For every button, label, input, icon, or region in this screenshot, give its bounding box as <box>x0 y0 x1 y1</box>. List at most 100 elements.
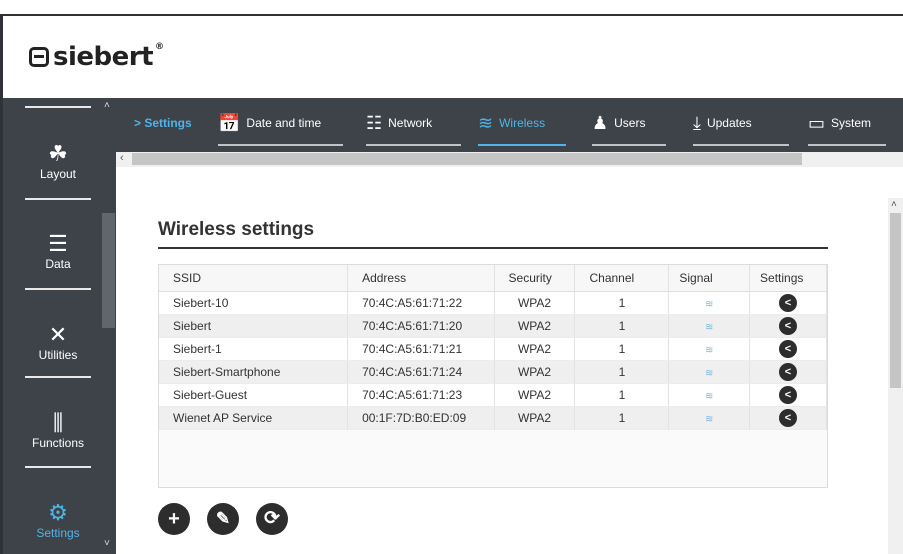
table-actions: + ✎ ⟳ <box>158 503 288 535</box>
sidebar-item-label: Settings <box>36 526 80 540</box>
vertical-scroll-thumb[interactable] <box>890 213 901 388</box>
wifi-signal-icon: ≋ <box>705 368 714 379</box>
column-header-channel[interactable]: Channel <box>574 265 670 292</box>
column-header-address[interactable]: Address <box>347 265 495 292</box>
table-row[interactable]: Siebert-10 70:4C:A5:61:71:22 WPA2 1 ≋ < <box>159 291 827 315</box>
sidebar-divider <box>25 106 91 108</box>
breadcrumb[interactable]: > Settings <box>134 116 192 130</box>
download-icon: ⤓ <box>693 112 701 133</box>
tab-system[interactable]: ▭ System <box>808 110 886 146</box>
tab-label: System <box>831 116 872 130</box>
sidebar-divider <box>25 466 91 468</box>
database-icon: ☰ <box>48 231 68 256</box>
cell-security: WPA2 <box>494 314 576 338</box>
tools-icon: ✕ <box>48 322 68 347</box>
tab-date-and-time[interactable]: 📅 Date and time <box>218 110 343 146</box>
cell-signal: ≋ <box>668 360 751 384</box>
sidebar-item-label: Data <box>45 257 71 271</box>
logo-text: siebert ® <box>53 42 164 72</box>
cell-settings: < <box>749 383 827 407</box>
row-settings-button[interactable]: < <box>779 294 798 312</box>
sidebar-item-settings[interactable]: ⚙ Settings <box>23 500 93 540</box>
column-header-settings[interactable]: Settings <box>749 265 827 292</box>
row-settings-button[interactable]: < <box>779 363 798 381</box>
cell-security: WPA2 <box>494 337 576 361</box>
wireless-table: SSID Address Security Channel Signal Set… <box>158 264 828 488</box>
cell-channel: 1 <box>574 406 670 430</box>
wifi-icon: ≋ <box>478 112 494 133</box>
cell-settings: < <box>749 337 827 361</box>
horizontal-scroll-thumb[interactable] <box>132 153 802 165</box>
table-row[interactable]: Wienet AP Service 00:1F:7D:B0:ED:09 WPA2… <box>159 406 827 430</box>
table-row[interactable]: Siebert-Smartphone 70:4C:A5:61:71:24 WPA… <box>159 360 827 384</box>
edit-button[interactable]: ✎ <box>207 503 239 535</box>
column-header-signal[interactable]: Signal <box>668 265 751 292</box>
plus-icon: + <box>168 508 180 530</box>
vertical-scrollbar[interactable]: ˄ <box>888 198 903 554</box>
tab-label: Updates <box>706 116 752 130</box>
chevron-down-icon[interactable]: ˅ <box>104 538 110 549</box>
cell-address: 70:4C:A5:61:71:23 <box>347 383 495 407</box>
logo-mark-icon <box>29 47 49 67</box>
row-settings-button[interactable]: < <box>779 317 798 335</box>
cell-address: 70:4C:A5:61:71:22 <box>347 291 495 315</box>
tab-label: Users <box>614 116 646 130</box>
window-top-edge <box>0 0 903 14</box>
cell-signal: ≋ <box>668 406 751 430</box>
cell-security: WPA2 <box>494 360 576 384</box>
cell-signal: ≋ <box>668 383 751 407</box>
row-settings-button[interactable]: < <box>779 409 798 427</box>
horizontal-scrollbar[interactable]: ‹ <box>116 152 903 167</box>
layout-icon: ☘ <box>48 141 68 166</box>
cell-channel: 1 <box>574 314 670 338</box>
chevron-up-icon[interactable]: ˄ <box>891 199 897 210</box>
cell-address: 70:4C:A5:61:71:21 <box>347 337 495 361</box>
wireless-networks-table: SSID Address Security Channel Signal Set… <box>159 265 827 430</box>
sidebar-scroll-thumb[interactable] <box>102 213 115 328</box>
cell-channel: 1 <box>574 337 670 361</box>
column-header-ssid[interactable]: SSID <box>159 265 349 292</box>
refresh-button[interactable]: ⟳ <box>256 503 288 535</box>
cell-channel: 1 <box>574 383 670 407</box>
sidebar-item-functions[interactable]: ⫼ Functions <box>23 410 93 450</box>
sidebar-item-utilities[interactable]: ✕ Utilities <box>23 322 93 362</box>
tab-label: Network <box>388 116 433 130</box>
table-row[interactable]: Siebert 70:4C:A5:61:71:20 WPA2 1 ≋ < <box>159 314 827 338</box>
settings-tabbar: > Settings 📅 Date and time ☷ Network ≋ W… <box>116 98 903 152</box>
add-button[interactable]: + <box>158 503 190 535</box>
cell-address: 00:1F:7D:B0:ED:09 <box>347 406 495 430</box>
tab-network[interactable]: ☷ Network <box>366 110 461 146</box>
tab-label: Wireless <box>499 116 546 130</box>
refresh-icon: ⟳ <box>264 508 280 529</box>
table-row[interactable]: Siebert-1 70:4C:A5:61:71:21 WPA2 1 ≋ < <box>159 337 827 361</box>
tab-users[interactable]: ♟ Users <box>592 110 666 146</box>
settings-gears-icon: ⚙ <box>48 500 68 525</box>
sidebar-item-data[interactable]: ☰ Data <box>23 231 93 271</box>
network-icon: ☷ <box>366 112 383 133</box>
tab-updates[interactable]: ⤓ Updates <box>693 110 789 146</box>
page-title: Wireless settings <box>158 219 315 240</box>
cell-security: WPA2 <box>494 383 576 407</box>
cell-security: WPA2 <box>494 291 576 315</box>
cell-ssid: Wienet AP Service <box>159 406 349 430</box>
sidebar-divider <box>25 198 91 200</box>
sidebar-item-label: Utilities <box>38 348 78 362</box>
siebert-logo[interactable]: siebert ® <box>29 42 164 72</box>
sidebar-item-layout[interactable]: ☘ Layout <box>23 141 93 181</box>
cell-channel: 1 <box>574 360 670 384</box>
column-header-security[interactable]: Security <box>494 265 576 292</box>
title-divider <box>158 247 828 249</box>
wifi-signal-icon: ≋ <box>705 345 714 356</box>
sidebar-divider <box>25 288 91 290</box>
tab-wireless[interactable]: ≋ Wireless <box>478 110 566 146</box>
table-row[interactable]: Siebert-Guest 70:4C:A5:61:71:23 WPA2 1 ≋… <box>159 383 827 407</box>
cell-ssid: Siebert-Guest <box>159 383 349 407</box>
chevron-up-icon[interactable]: ˄ <box>104 100 110 111</box>
cell-address: 70:4C:A5:61:71:24 <box>347 360 495 384</box>
sidebar-scrollbar[interactable]: ˄ ˅ <box>101 98 116 554</box>
edit-icon: ✎ <box>215 509 231 528</box>
row-settings-button[interactable]: < <box>779 340 798 358</box>
chevron-left-icon[interactable]: ‹ <box>120 152 124 164</box>
cell-settings: < <box>749 291 827 315</box>
row-settings-button[interactable]: < <box>779 386 798 404</box>
